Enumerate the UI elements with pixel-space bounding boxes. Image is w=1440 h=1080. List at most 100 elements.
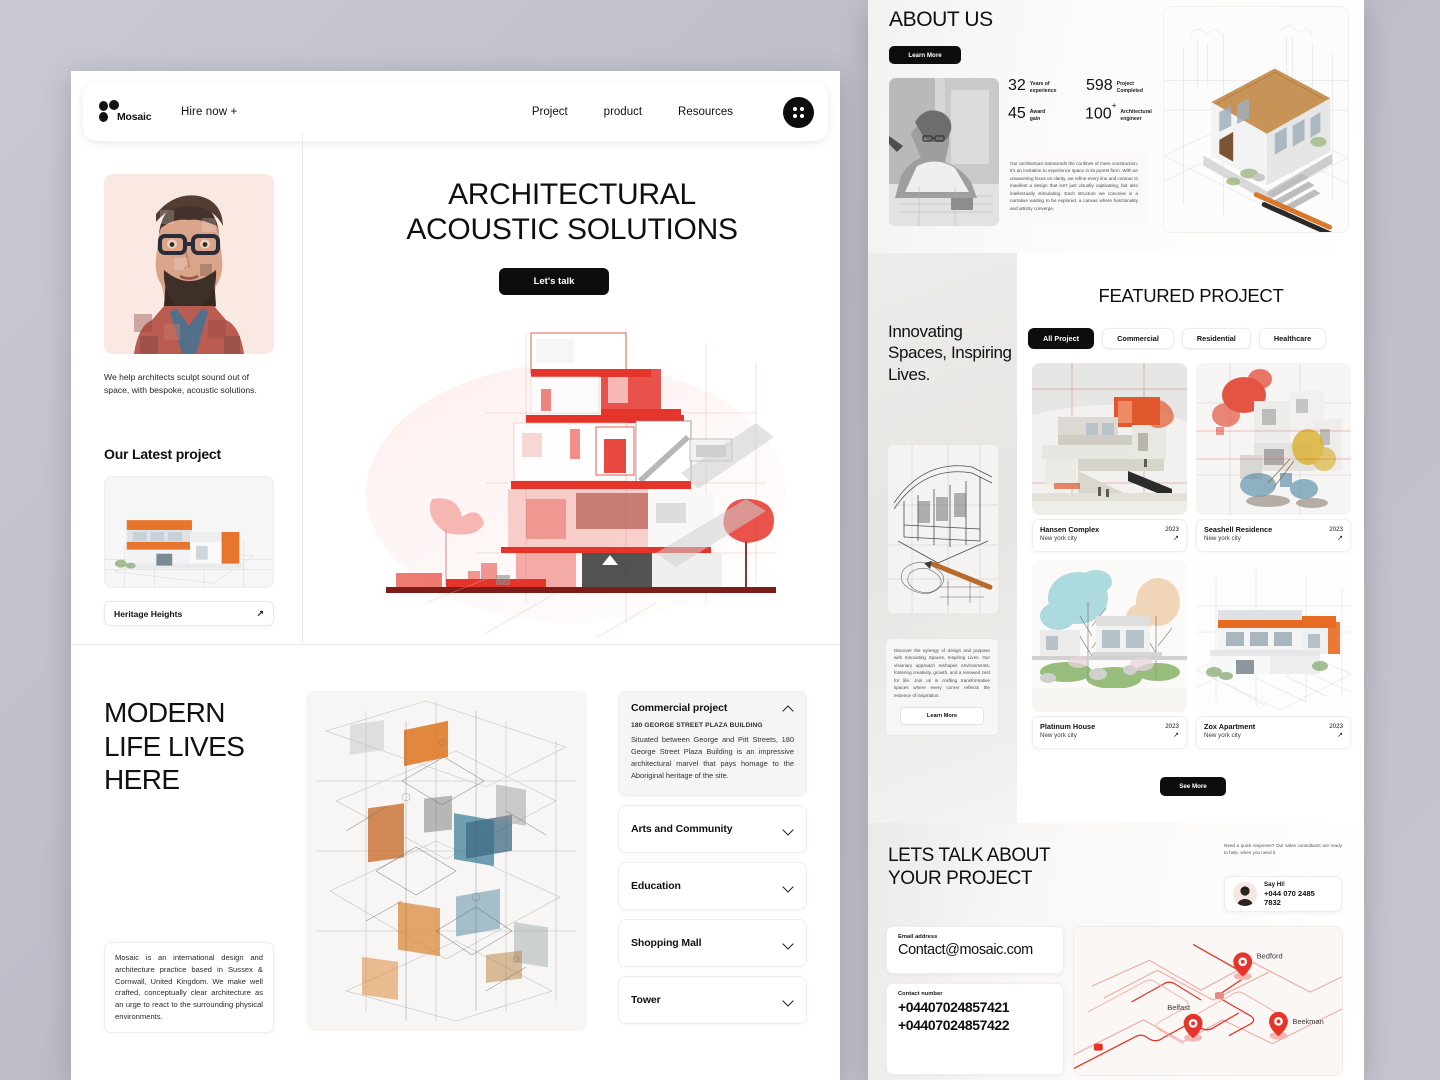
filter-chip-healthcare[interactable]: Healthcare	[1258, 328, 1327, 349]
architect-portrait-image	[104, 174, 274, 354]
project-year: 2023	[1329, 723, 1343, 730]
stat-projects-completed: 598 Project Completed	[1086, 78, 1143, 94]
arrow-up-right-icon[interactable]: ↗	[1173, 731, 1179, 739]
arrow-up-right-icon[interactable]: ↗	[1173, 534, 1179, 542]
arrow-up-right-icon[interactable]: ↗	[1337, 534, 1343, 542]
project-title-row: Platinum House 2023	[1040, 722, 1179, 731]
latest-project-name: Heritage Heights	[114, 608, 183, 619]
navbar: Mosaic Hire now + Project product Resour…	[83, 83, 828, 141]
accordion-header[interactable]: Shopping Mall	[619, 920, 806, 966]
project-meta: Seashell Residence 2023 New york city ↗	[1196, 519, 1351, 552]
say-hi-label: Say Hi!	[1264, 881, 1285, 888]
stat-plus: +	[1111, 101, 1117, 111]
accordion-item-education[interactable]: Education	[618, 862, 807, 911]
nav-hire-now[interactable]: Hire now +	[181, 106, 237, 118]
modern-title-line2: LIFE LIVES	[104, 730, 245, 762]
chevron-down-icon[interactable]	[783, 995, 794, 1006]
project-year: 2023	[1165, 723, 1179, 730]
featured-learn-more-button[interactable]: Learn More	[900, 707, 984, 726]
brand-name: Mosaic	[117, 111, 152, 123]
contact-section: LETS TALK ABOUT YOUR PROJECT Need a quic…	[868, 823, 1364, 1080]
project-title-row: Zox Apartment 2023	[1204, 722, 1343, 731]
locations-map[interactable]: Bedford Belfast Beekman	[1073, 926, 1343, 1076]
accordion-header[interactable]: Tower	[619, 977, 806, 1023]
stat-architectural-engineer: 100+ Architectural engineer	[1085, 101, 1152, 123]
arrow-up-right-icon[interactable]: ↗	[1337, 731, 1343, 739]
chevron-down-icon[interactable]	[783, 824, 794, 835]
brand-logo[interactable]: Mosaic	[97, 100, 155, 124]
accordion-label: Education	[631, 880, 681, 893]
project-image	[1196, 560, 1351, 712]
filter-chip-all-project[interactable]: All Project	[1028, 328, 1095, 349]
see-more-button[interactable]: See More	[1160, 777, 1226, 796]
right-page-panel: ABOUT US Learn More 32 Years of experien…	[868, 0, 1364, 1080]
featured-note-text: Discover the synergy of design and purpo…	[894, 648, 990, 698]
lets-talk-button[interactable]: Let's talk	[499, 268, 609, 295]
project-city: New york city	[1204, 732, 1241, 739]
accordion-item-tower[interactable]: Tower	[618, 976, 807, 1025]
say-hi-card[interactable]: Say Hi! +044 070 2485 7832	[1224, 876, 1342, 912]
accordion-item-shopping-mall[interactable]: Shopping Mall	[618, 919, 807, 968]
filter-chip-residential[interactable]: Residential	[1181, 328, 1251, 349]
chevron-down-icon[interactable]	[783, 938, 794, 949]
project-category-accordion: Commercial project 180 GEORGE STREET PLA…	[618, 691, 807, 1033]
accordion-label: Tower	[631, 994, 661, 1007]
contact-title-line1: LETS TALK ABOUT	[888, 845, 1051, 866]
accordion-label: Arts and Community	[631, 823, 733, 836]
about-stats: 32 Years of experience 598 Project Complet…	[1008, 78, 1152, 134]
featured-note-card: Discover the synergy of design and purpo…	[885, 638, 999, 737]
project-card-zox-apartment[interactable]: Zox Apartment 2023 New york city ↗	[1196, 560, 1351, 749]
project-city-row: New york city ↗	[1204, 731, 1343, 739]
project-city: New york city	[1204, 535, 1241, 542]
house-render-image	[1163, 6, 1349, 233]
featured-projects-grid: Hansen Complex 2023 New york city ↗ Seas…	[1032, 363, 1351, 749]
project-name: Seashell Residence	[1204, 525, 1273, 534]
phone-caption: Contact number	[898, 991, 943, 997]
accordion-body: Situated between George and Pitt Streets…	[631, 735, 794, 780]
nav-link-resources[interactable]: Resources	[678, 106, 733, 118]
accordion-item-commercial[interactable]: Commercial project 180 GEORGE STREET PLA…	[618, 691, 807, 797]
left-page-panel: Mosaic Hire now + Project product Resour…	[71, 71, 840, 1080]
project-card-seashell-residence[interactable]: Seashell Residence 2023 New york city ↗	[1196, 363, 1351, 552]
project-card-platinum-house[interactable]: Platinum House 2023 New york city ↗	[1032, 560, 1187, 749]
map-pin-label-bedford: Bedford	[1257, 951, 1283, 960]
accordion-label: Shopping Mall	[631, 937, 702, 950]
stats-row-2: 45 Award gain 100+ Architectural engineer	[1008, 101, 1152, 123]
architectural-sketch-image	[888, 445, 998, 613]
stat-years-experience: 32 Years of experience	[1008, 78, 1064, 94]
accordion-header[interactable]: Arts and Community	[619, 806, 806, 852]
project-image	[1032, 560, 1187, 712]
latest-project-label[interactable]: Heritage Heights ↗	[104, 601, 274, 626]
project-city-row: New york city ↗	[1040, 534, 1179, 542]
accordion-header[interactable]: Commercial project	[619, 692, 806, 722]
arrow-up-right-icon: ↗	[256, 608, 264, 618]
project-meta: Platinum House 2023 New york city ↗	[1032, 716, 1187, 749]
chevron-up-icon[interactable]	[783, 703, 794, 714]
about-us-title: ABOUT US	[889, 8, 993, 31]
project-meta: Hansen Complex 2023 New york city ↗	[1032, 519, 1187, 552]
chevron-down-icon[interactable]	[783, 881, 794, 892]
about-learn-more-button[interactable]: Learn More	[889, 46, 961, 64]
stat-value: 100+	[1085, 101, 1117, 123]
email-value: Contact@mosaic.com	[898, 942, 1033, 958]
latest-project-image[interactable]	[104, 476, 274, 588]
hero-title-line1: ARCHITECTURAL	[448, 178, 696, 211]
featured-filter-chips: All Project Commercial Residential Healt…	[1028, 328, 1327, 349]
stat-value: 45	[1008, 105, 1026, 123]
accordion-item-arts-community[interactable]: Arts and Community	[618, 805, 807, 854]
filter-chip-commercial[interactable]: Commercial	[1102, 328, 1174, 349]
grid-dots-menu-icon[interactable]	[783, 96, 814, 128]
nav-link-product[interactable]: product	[604, 106, 642, 118]
hero-architecture-illustration	[326, 303, 826, 643]
stat-value: 598	[1085, 77, 1113, 94]
email-address-field[interactable]: Email address Contact@mosaic.com	[886, 926, 1064, 974]
modern-title-line3: HERE	[104, 764, 180, 796]
project-year: 2023	[1165, 526, 1179, 533]
nav-link-project[interactable]: Project	[532, 106, 568, 118]
project-card-hansen-complex[interactable]: Hansen Complex 2023 New york city ↗	[1032, 363, 1187, 552]
hero-title-line2: ACOUSTIC SOLUTIONS	[406, 213, 738, 247]
contact-number-field[interactable]: Contact number +04407024857421 +04407024…	[886, 983, 1064, 1075]
accordion-header[interactable]: Education	[619, 863, 806, 909]
featured-project-title: FEATURED PROJECT	[1098, 285, 1284, 306]
consultant-avatar-icon	[1233, 882, 1257, 906]
